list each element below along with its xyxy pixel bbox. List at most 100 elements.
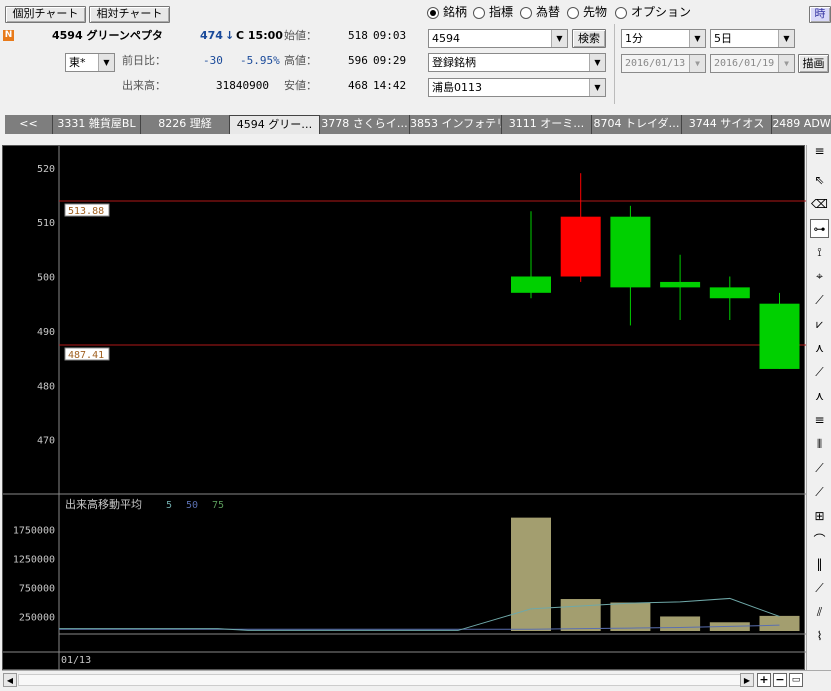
stock-tab-5[interactable]: 3853 インフォテリ	[410, 115, 502, 134]
date-to-select[interactable]: 2016/01/19 ▼	[710, 54, 795, 73]
corner-button[interactable]: 時	[809, 6, 831, 23]
pitchfork-icon[interactable]: ⩗	[810, 315, 829, 334]
reset-zoom-icon[interactable]: ▭	[789, 673, 803, 687]
chevron-down-icon: ▼	[551, 30, 567, 47]
scroll-track[interactable]	[18, 674, 748, 686]
stock-tab-1[interactable]: 3331 雑貨屋BL	[53, 115, 141, 134]
market-select-value: 東	[69, 56, 80, 69]
interval-select[interactable]: 1分 ▼	[621, 29, 706, 48]
period-select-value: 5日	[714, 32, 732, 45]
single-chart-button[interactable]: 個別チャート	[5, 6, 86, 23]
trendline-icon[interactable]: ⟋	[810, 291, 829, 310]
stock-tab-6[interactable]: 3111 オーミ…	[502, 115, 592, 134]
fib-arc-icon[interactable]: ⌒	[810, 531, 829, 550]
fan-icon[interactable]: ⋏	[810, 339, 829, 358]
list-select[interactable]: 登録銘柄 ▼	[428, 53, 606, 72]
scroll-left-icon[interactable]: ◀	[3, 673, 17, 687]
vline-icon[interactable]: ⟟	[810, 243, 829, 262]
zoom-in-icon[interactable]: +	[757, 673, 771, 687]
hline-tag-1: 487.41	[68, 350, 104, 361]
stock-tab-4[interactable]: 3778 さくらイ…	[320, 115, 410, 134]
spiral-icon[interactable]: ⌇	[810, 627, 829, 646]
gann-icon[interactable]: ⊞	[810, 507, 829, 526]
stock-tab-7[interactable]: 8704 トレイダ…	[592, 115, 682, 134]
horizontal-scrollbar[interactable]: ◀ ▶ + − ▭	[2, 670, 831, 689]
stock-tab-2[interactable]: 8226 理経	[141, 115, 230, 134]
relative-chart-button[interactable]: 相対チャート	[89, 6, 170, 23]
candle-body-2	[610, 216, 651, 288]
radio-label-3[interactable]: 先物	[583, 5, 607, 19]
radio-3[interactable]	[567, 7, 579, 19]
radio-1[interactable]	[473, 7, 485, 19]
radio-0[interactable]	[427, 7, 439, 19]
stock-tab-3[interactable]: 4594 グリー…	[230, 115, 320, 134]
date-from-value: 2016/01/13	[625, 58, 686, 69]
crosshair-icon[interactable]: ⌖	[810, 267, 829, 286]
radio-label-2[interactable]: 為替	[536, 5, 560, 19]
scroll-right-icon[interactable]: ▶	[740, 673, 754, 687]
channel-icon[interactable]: ⟋	[810, 363, 829, 382]
fib-ext-icon[interactable]: ⟋	[810, 579, 829, 598]
candle-body-5	[759, 303, 800, 369]
toolbar-grip-icon[interactable]: ≡	[810, 145, 829, 159]
market-select[interactable]: 東* ▼	[65, 53, 115, 72]
volume-value: 31840900	[216, 79, 269, 92]
parallel-icon[interactable]: ⫽	[810, 603, 829, 622]
volume-ma-title: 出来高移動平均	[65, 498, 142, 511]
radio-label-4[interactable]: オプション	[631, 5, 691, 19]
radio-2[interactable]	[520, 7, 532, 19]
price-down-arrow-icon: ↓	[225, 29, 235, 42]
stock-tab-9[interactable]: 2489 ADW	[772, 115, 831, 134]
chevron-down-icon: ▼	[98, 54, 114, 71]
symbol-input-value: 4594	[432, 32, 460, 45]
volume-bar-0	[511, 517, 551, 631]
group-select[interactable]: 浦島0113 ▼	[428, 78, 606, 97]
price-time: C 15:00	[236, 29, 283, 42]
candle-body-3	[660, 281, 701, 288]
chevron-down-icon: ▼	[689, 55, 705, 72]
stock-code-name: 4594 グリーンペプタ	[52, 29, 163, 42]
speed-fan-icon[interactable]: ⋏	[810, 387, 829, 406]
interval-select-value: 1分	[625, 32, 643, 45]
regression-icon[interactable]: ⟋	[810, 483, 829, 502]
hline-tag-0: 513.88	[68, 206, 104, 217]
open-time: 09:03	[373, 29, 407, 42]
cursor-arrow-icon[interactable]: ⇖	[810, 171, 829, 190]
volume-y-tick-2: 750000	[19, 583, 55, 594]
list-select-value: 登録銘柄	[432, 56, 476, 69]
current-price: 474	[200, 29, 223, 42]
market-select-suffix: *	[80, 56, 86, 69]
price-y-tick-1: 510	[37, 218, 55, 229]
drawing-toolbar: ≡ ⇖ ⌫ ⊶ ⟟ ⌖ ⟋ ⩗ ⋏ ⟋ ⋏ ≡ ⦀ ⟋ ⟋ ⊞ ⌒ ‖ ⟋ ⫽ ⌇	[806, 145, 831, 670]
chart-canvas: 520 510 500 490 480 470 1750000 1250000 750000 25…	[3, 146, 806, 671]
stock-tab-bar: << 3331 雑貨屋BL 8226 理経 4594 グリー… 3778 さくらイ… 38…	[5, 115, 831, 134]
fib-retracement-icon[interactable]: ≡	[810, 411, 829, 430]
cycle-lines-icon[interactable]: ⦀	[810, 435, 829, 454]
radio-4[interactable]	[615, 7, 627, 19]
symbol-input[interactable]: 4594 ▼	[428, 29, 568, 48]
fib-time-icon[interactable]: ‖	[810, 555, 829, 574]
zoom-out-icon[interactable]: −	[773, 673, 787, 687]
draw-button[interactable]: 描画	[798, 54, 829, 73]
volume-bar-1	[560, 599, 601, 631]
open-value: 518	[348, 29, 368, 42]
stock-tab-0[interactable]: <<	[5, 115, 53, 134]
volume-label: 出来高：	[122, 79, 166, 92]
stock-tab-8[interactable]: 3744 サイオス	[682, 115, 772, 134]
eraser-icon[interactable]: ⌫	[810, 195, 829, 214]
search-button[interactable]: 検索	[572, 29, 606, 48]
period-select[interactable]: 5日 ▼	[710, 29, 795, 48]
radio-label-1[interactable]: 指標	[489, 5, 513, 19]
radio-label-0[interactable]: 銘柄	[443, 5, 467, 19]
price-y-tick-4: 480	[37, 381, 55, 392]
hline-icon[interactable]: ⊶	[810, 219, 829, 238]
high-time: 09:29	[373, 54, 407, 67]
ray-icon[interactable]: ⟋	[810, 459, 829, 478]
change-value: -30	[203, 54, 223, 67]
group-select-value: 浦島0113	[432, 81, 482, 94]
high-label: 高値：	[284, 54, 317, 67]
date-from-select[interactable]: 2016/01/13 ▼	[621, 54, 706, 73]
news-badge[interactable]: N	[3, 30, 14, 41]
volume-y-tick-3: 250000	[19, 612, 55, 623]
chart-area[interactable]: 520 510 500 490 480 470 1750000 1250000 750000 25…	[2, 145, 806, 671]
